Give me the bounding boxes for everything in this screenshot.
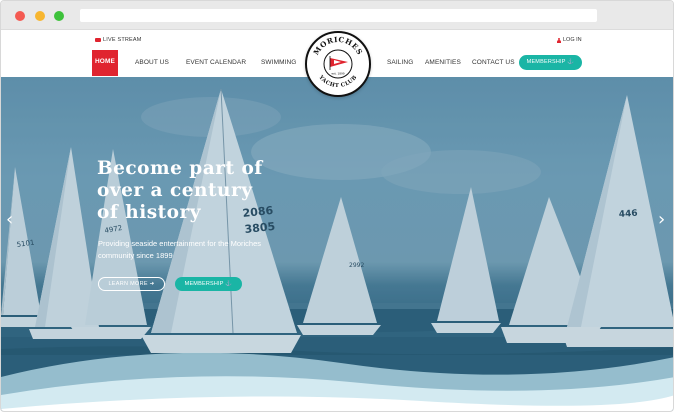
learn-more-label: LEARN MORE — [108, 281, 148, 287]
live-stream-link[interactable]: LIVE STREAM — [95, 37, 142, 43]
login-link[interactable]: LOG IN — [557, 37, 582, 43]
nav-item-about-us[interactable]: ABOUT US — [135, 51, 169, 75]
hero-banner: 5101 4972 2086 3805 2992 446 ‹ › Become … — [1, 77, 673, 411]
headline-line: over a century — [97, 180, 253, 201]
anchor-icon: ⚓ — [567, 59, 575, 65]
camera-icon — [95, 38, 101, 42]
learn-more-button[interactable]: LEARN MORE ➜ — [98, 277, 165, 291]
browser-window: LIVE STREAM LOG IN HOME ABOUT US EVENT C… — [0, 0, 674, 412]
headline-line: Become part of — [97, 158, 263, 179]
login-label: LOG IN — [563, 37, 582, 43]
anchor-icon: ⚓ — [225, 281, 233, 287]
maximize-window-button[interactable] — [54, 11, 64, 21]
nav-item-amenities[interactable]: AMENITIES — [425, 51, 461, 75]
nav-item-swimming[interactable]: SWIMMING — [261, 51, 296, 75]
arrow-right-icon: ➜ — [149, 281, 155, 287]
user-icon — [557, 37, 561, 43]
live-stream-label: LIVE STREAM — [103, 37, 142, 43]
close-window-button[interactable] — [15, 11, 25, 21]
membership-button-label: MEMBERSHIP — [526, 59, 566, 65]
minimize-window-button[interactable] — [35, 11, 45, 21]
subline-line: community since 1899 — [98, 251, 173, 260]
membership-button[interactable]: MEMBERSHIP ⚓ — [519, 55, 582, 70]
nav-item-contact-us[interactable]: CONTACT US — [472, 51, 515, 75]
hero-subline: Providing seaside entertainment for the … — [98, 238, 328, 262]
headline-line: of history — [97, 202, 202, 223]
logo-est: est. 1899 — [331, 72, 344, 76]
hero-headline: Become part of over a century of history — [97, 158, 327, 224]
hero-membership-button[interactable]: MEMBERSHIP ⚓ — [175, 277, 242, 291]
hero-membership-label: MEMBERSHIP — [184, 281, 224, 287]
club-logo[interactable]: MORICHES YACHT CLUB est. 1899 — [305, 31, 371, 97]
browser-toolbar — [1, 1, 673, 30]
chevron-right-icon[interactable]: › — [658, 211, 670, 229]
nav-item-sailing[interactable]: SAILING — [387, 51, 413, 75]
nav-item-home[interactable]: HOME — [92, 50, 118, 76]
logo-seal: MORICHES YACHT CLUB est. 1899 — [311, 35, 364, 89]
nav-item-event-calendar[interactable]: EVENT CALENDAR — [186, 51, 246, 75]
subline-line: Providing seaside entertainment for the … — [98, 239, 262, 248]
address-bar[interactable] — [80, 9, 597, 22]
chevron-left-icon[interactable]: ‹ — [6, 211, 18, 229]
